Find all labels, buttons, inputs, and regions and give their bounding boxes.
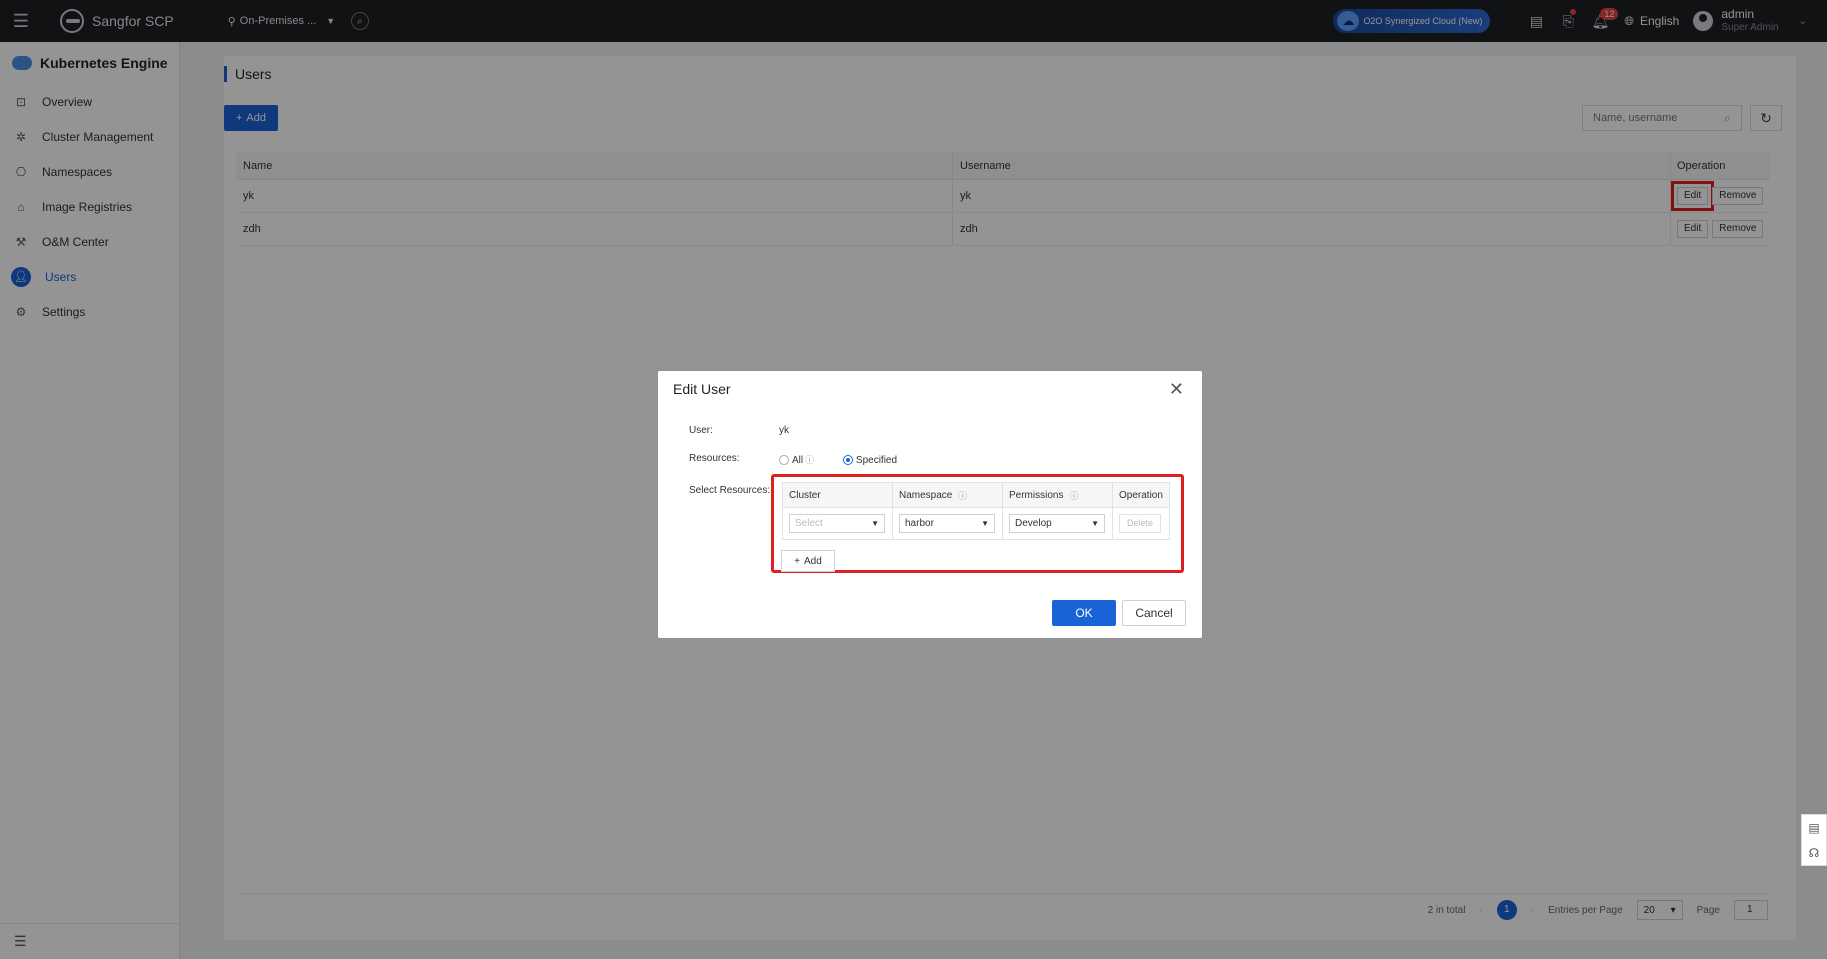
- dialog-title: Edit User: [673, 381, 731, 397]
- radio-all[interactable]: All ⓘ: [779, 455, 814, 466]
- info-icon: ⓘ: [958, 490, 968, 501]
- column-header-permissions: Permissions ⓘ: [1003, 483, 1113, 507]
- edit-user-dialog: Edit User ✕ User: yk Resources: All ⓘ Spe…: [658, 371, 1202, 638]
- plus-icon: +: [794, 555, 801, 567]
- cell-permissions: Develop ▼: [1003, 508, 1113, 539]
- permissions-select[interactable]: Develop ▼: [1009, 514, 1105, 533]
- caret-down-icon: ▼: [871, 519, 879, 528]
- caret-down-icon: ▼: [981, 519, 989, 528]
- resources-label: Resources:: [689, 453, 740, 464]
- radio-circle: [779, 455, 789, 466]
- resources-table-header: Cluster Namespace ⓘ Permissions ⓘ Operatio…: [783, 483, 1169, 508]
- permissions-select-value: Develop: [1015, 518, 1052, 529]
- user-value: yk: [779, 425, 789, 436]
- info-icon: ⓘ: [1069, 490, 1079, 501]
- user-label: User:: [689, 425, 713, 436]
- column-header-cluster: Cluster: [783, 483, 893, 507]
- select-resources-label: Select Resources:: [689, 485, 771, 496]
- column-header-namespace-label: Namespace: [899, 489, 953, 501]
- cell-operation: Delete: [1113, 508, 1169, 539]
- resources-highlight-box: Cluster Namespace ⓘ Permissions ⓘ Operatio…: [771, 474, 1184, 573]
- column-header-permissions-label: Permissions: [1009, 489, 1064, 501]
- cell-cluster: Select ▼: [783, 508, 893, 539]
- column-header-operation: Operation: [1119, 489, 1163, 501]
- radio-circle-selected: [842, 455, 853, 466]
- cell-namespace: harbor ▼: [893, 508, 1003, 539]
- add-resource-label: Add: [804, 555, 822, 567]
- ok-button[interactable]: OK: [1052, 600, 1116, 626]
- resources-table: Cluster Namespace ⓘ Permissions ⓘ Operatio…: [782, 482, 1170, 540]
- radio-specified[interactable]: Specified: [842, 455, 898, 466]
- namespace-select[interactable]: harbor ▼: [899, 514, 995, 533]
- caret-down-icon: ▼: [1091, 519, 1099, 528]
- radio-specified-label: Specified: [855, 455, 898, 466]
- cluster-select-placeholder: Select: [795, 518, 823, 529]
- cluster-select[interactable]: Select ▼: [789, 514, 885, 533]
- close-icon[interactable]: ✕: [1169, 379, 1184, 400]
- column-header-namespace: Namespace ⓘ: [893, 483, 1003, 507]
- resource-row: Select ▼ harbor ▼ Develop ▼ Delete: [783, 508, 1169, 539]
- radio-all-label: All: [792, 455, 804, 466]
- document-icon[interactable]: ▤: [1808, 821, 1819, 835]
- cancel-button[interactable]: Cancel: [1122, 600, 1186, 626]
- add-resource-button[interactable]: + Add: [781, 550, 835, 572]
- info-icon: ⓘ: [805, 455, 815, 465]
- headset-support-icon[interactable]: ☊: [1809, 846, 1820, 860]
- delete-button[interactable]: Delete: [1119, 514, 1161, 533]
- resources-radio-group: All ⓘ Specified: [779, 453, 897, 466]
- namespace-select-value: harbor: [905, 518, 934, 529]
- side-toolbar: ▤ ☊: [1801, 814, 1827, 866]
